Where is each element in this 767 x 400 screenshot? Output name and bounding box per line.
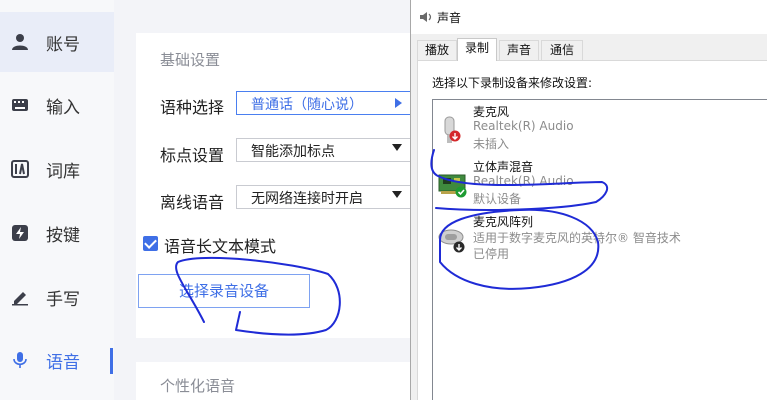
sidebar-item-keys[interactable]: 按键 — [0, 203, 114, 263]
language-select[interactable]: 普通话（随心说） — [236, 91, 411, 115]
sidebar: 账号 输入 词库 按键 手写 语音 — [0, 0, 114, 400]
sidebar-item-voice[interactable]: 语音 — [0, 330, 114, 390]
microphone-icon — [444, 116, 461, 143]
personal-voice-card: 个性化语音 — [136, 362, 426, 400]
sidebar-item-input[interactable]: 输入 — [0, 75, 114, 135]
sidebar-item-label: 词库 — [46, 161, 80, 182]
chevron-down-icon — [392, 144, 402, 151]
sound-card-icon — [438, 174, 467, 198]
lexicon-icon — [11, 160, 29, 178]
chevron-down-icon — [392, 191, 402, 198]
tab-playback[interactable]: 播放 — [417, 40, 457, 60]
device-status: 未插入 — [473, 137, 510, 151]
microphone-icon — [13, 352, 27, 368]
device-microphone-array[interactable]: 麦克风阵列 适用于数字麦克风的英特尔® 智音技术 已停用 — [433, 213, 767, 265]
chevron-right-icon — [395, 98, 402, 108]
punctuation-value: 智能添加标点 — [251, 144, 335, 160]
dialog-title: 声音 — [437, 11, 462, 25]
section-title: 基础设置 — [160, 51, 221, 69]
keyboard-icon — [12, 99, 28, 111]
user-icon — [12, 34, 28, 50]
dialog-titlebar[interactable]: 声音 — [411, 0, 767, 34]
sidebar-item-label: 语音 — [46, 352, 80, 373]
longtext-checkbox[interactable] — [143, 236, 158, 251]
offline-select[interactable]: 无网络连接时开启 — [236, 185, 411, 209]
punctuation-select[interactable]: 智能添加标点 — [236, 138, 411, 162]
sidebar-item-label: 手写 — [46, 289, 80, 310]
device-status: 已停用 — [473, 247, 510, 261]
device-name: 立体声混音 — [473, 160, 534, 174]
device-name: 麦克风阵列 — [473, 215, 534, 229]
device-microphone[interactable]: 麦克风 Realtek(R) Audio 未插入 — [433, 103, 767, 155]
tab-communications[interactable]: 通信 — [541, 40, 583, 60]
recording-panel: 选择以下录制设备来修改设置: 麦克风 Realtek(R) Audio 未插入 — [417, 60, 767, 400]
language-label: 语种选择 — [160, 98, 225, 117]
sidebar-item-lexicon[interactable]: 词库 — [0, 139, 114, 199]
panel-instruction: 选择以下录制设备来修改设置: — [432, 76, 593, 90]
device-driver: Realtek(R) Audio — [473, 119, 574, 133]
offline-label: 离线语音 — [160, 193, 225, 212]
section-title: 个性化语音 — [160, 377, 236, 395]
sound-dialog: 声音 播放 录制 声音 通信 选择以下录制设备来修改设置: 麦克风 Realte… — [410, 0, 767, 400]
longtext-label: 语音长文本模式 — [164, 237, 277, 256]
tab-sounds[interactable]: 声音 — [499, 40, 539, 60]
device-stereo-mix[interactable]: 立体声混音 Realtek(R) Audio 默认设备 — [433, 158, 767, 210]
device-status: 默认设备 — [473, 192, 522, 206]
microphone-array-icon — [438, 229, 465, 253]
tab-recording[interactable]: 录制 — [457, 38, 497, 61]
device-name: 麦克风 — [473, 105, 510, 119]
sidebar-item-label: 账号 — [46, 34, 80, 55]
device-driver: Realtek(R) Audio — [473, 174, 574, 188]
offline-value: 无网络连接时开启 — [251, 191, 363, 207]
device-list[interactable]: 麦克风 Realtek(R) Audio 未插入 立体声混音 Realtek(R… — [432, 99, 767, 400]
speaker-icon — [420, 12, 432, 22]
punctuation-label: 标点设置 — [160, 146, 225, 165]
sidebar-item-label: 输入 — [46, 97, 80, 118]
language-value: 普通话（随心说） — [251, 97, 363, 113]
settings-main: 基础设置 语种选择 普通话（随心说） 标点设置 智能添加标点 离线语音 无网络连… — [114, 0, 426, 400]
active-indicator — [110, 348, 113, 374]
pen-icon — [12, 292, 28, 306]
key-icon — [12, 225, 28, 241]
sidebar-item-handwriting[interactable]: 手写 — [0, 267, 114, 327]
sidebar-item-label: 按键 — [46, 225, 80, 246]
select-recording-device-button[interactable]: 选择录音设备 — [138, 274, 310, 308]
device-driver: 适用于数字麦克风的英特尔® 智音技术 — [473, 231, 681, 245]
sidebar-item-account[interactable]: 账号 — [0, 12, 114, 72]
